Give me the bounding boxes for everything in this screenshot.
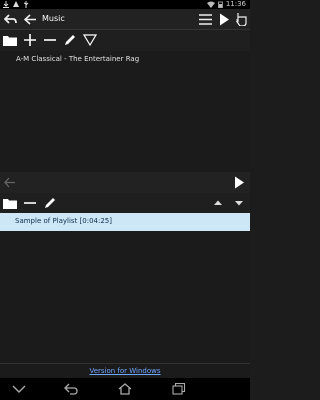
version-for-windows-link[interactable]: Version for Windows (0, 367, 250, 375)
back-arrow-icon[interactable] (24, 13, 37, 26)
track-toolbar (0, 30, 250, 51)
filter-icon[interactable] (83, 33, 97, 47)
move-up-icon[interactable] (214, 200, 222, 206)
edit-icon[interactable] (43, 196, 57, 210)
footer: Version for Windows (0, 363, 250, 378)
playlist-toolbar (0, 193, 250, 213)
remove-icon[interactable] (23, 196, 37, 210)
playlist-label: Sample of Playlist [0:04:25] (15, 217, 112, 225)
usb-icon (23, 1, 29, 8)
move-down-icon[interactable] (235, 200, 243, 206)
play-selected-icon[interactable] (234, 176, 245, 189)
app-title: Music (42, 14, 65, 23)
notification-icons (3, 1, 29, 8)
back-disabled-icon[interactable] (4, 177, 16, 188)
select-icon[interactable] (235, 13, 247, 26)
wifi-icon (206, 1, 215, 8)
keyboard-hide-icon[interactable] (12, 385, 26, 393)
folder-icon[interactable] (3, 198, 17, 209)
nav-recents-icon[interactable] (172, 383, 186, 395)
clock: 11:36 (225, 0, 246, 8)
top-toolbar: Music (0, 9, 250, 30)
add-icon[interactable] (23, 33, 37, 47)
remove-icon[interactable] (43, 33, 57, 47)
download-icon (3, 1, 9, 8)
status-bar: 11:36 (0, 0, 250, 9)
folder-icon[interactable] (3, 35, 17, 46)
app-screen: 11:36 Music A-M Classical - The Entertai… (0, 0, 250, 400)
edit-icon[interactable] (63, 33, 77, 47)
transport-bar (0, 172, 250, 193)
menu-icon[interactable] (199, 14, 212, 25)
undo-icon[interactable] (4, 13, 17, 26)
battery-icon (217, 1, 223, 8)
nav-back-icon[interactable] (64, 383, 78, 395)
alert-icon (13, 1, 19, 7)
track-list: A-M Classical - The Entertainer Rag (0, 51, 250, 172)
nav-home-icon[interactable] (118, 383, 132, 395)
system-nav-bar (0, 378, 250, 400)
system-status: 11:36 (206, 0, 246, 9)
playlist-row-selected[interactable]: Sample of Playlist [0:04:25] (0, 213, 250, 231)
play-icon[interactable] (219, 13, 230, 26)
track-title: A-M Classical - The Entertainer Rag (16, 55, 140, 63)
playlist-list: Sample of Playlist [0:04:25] (0, 213, 250, 363)
